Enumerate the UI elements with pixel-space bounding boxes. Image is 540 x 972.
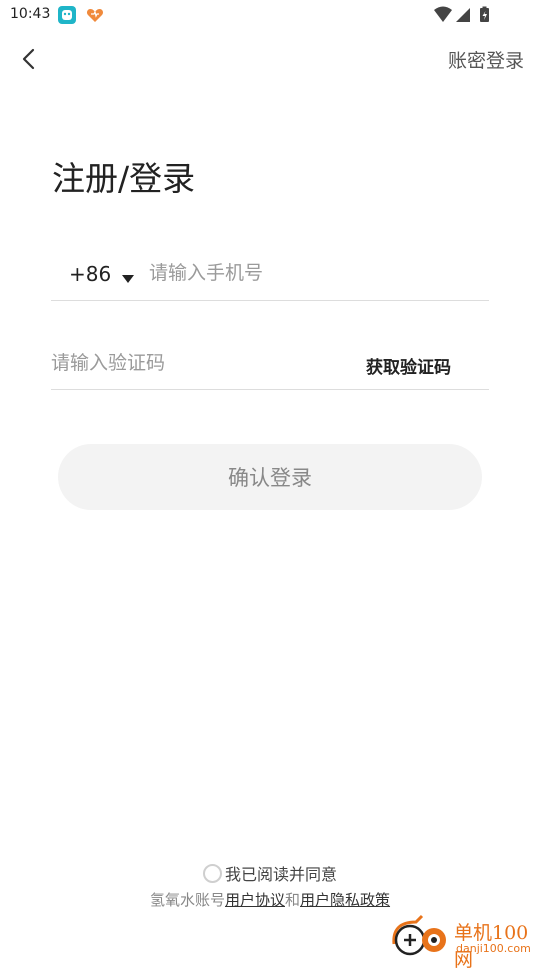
phone-row: +86 bbox=[51, 248, 489, 301]
user-agreement-link[interactable]: 用户协议 bbox=[225, 891, 285, 909]
watermark-url: danji100.com bbox=[456, 942, 531, 955]
country-code-selector[interactable]: +86 bbox=[69, 262, 111, 286]
phone-input[interactable] bbox=[149, 260, 479, 286]
terms-prefix: 氢氧水账号 bbox=[149, 891, 225, 909]
agree-text: 我已阅读并同意 bbox=[224, 865, 337, 884]
wifi-icon bbox=[434, 6, 452, 22]
confirm-login-button[interactable]: 确认登录 bbox=[58, 444, 482, 510]
watermark: 单机100网 danji100.com bbox=[388, 914, 540, 971]
heart-notification-icon bbox=[86, 6, 104, 24]
terms-and: 和 bbox=[285, 891, 301, 909]
watermark-logo-icon bbox=[392, 914, 446, 956]
status-indicators bbox=[434, 6, 504, 24]
terms-row: 氢氧水账号用户协议和用户隐私政策 bbox=[0, 889, 540, 910]
status-time: 10:43 bbox=[10, 6, 51, 22]
status-bar: 10:43 bbox=[0, 0, 540, 30]
battery-icon bbox=[480, 6, 489, 22]
page-title: 注册/登录 bbox=[52, 159, 196, 198]
back-button[interactable] bbox=[14, 44, 44, 74]
signal-icon bbox=[456, 8, 470, 22]
code-row: 获取验证码 bbox=[51, 338, 489, 390]
caret-down-icon[interactable] bbox=[121, 269, 135, 283]
chevron-left-icon bbox=[22, 48, 35, 70]
privacy-policy-link[interactable]: 用户隐私政策 bbox=[300, 891, 390, 909]
password-login-link[interactable]: 账密登录 bbox=[448, 46, 524, 73]
agree-row: 我已阅读并同意 bbox=[0, 861, 540, 885]
app-notification-icon bbox=[58, 6, 76, 24]
get-code-button[interactable]: 获取验证码 bbox=[366, 353, 451, 378]
verification-code-input[interactable] bbox=[51, 350, 351, 376]
agree-checkbox[interactable] bbox=[202, 864, 222, 883]
